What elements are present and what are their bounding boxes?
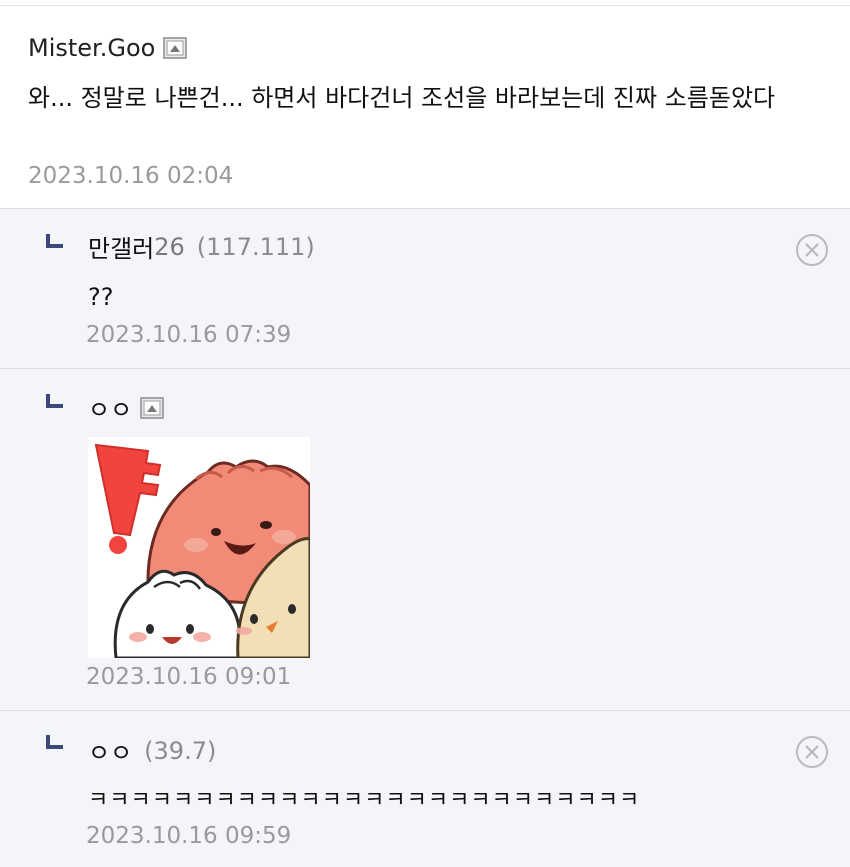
comment-author[interactable]: Mister.Goo [28, 34, 188, 62]
comment-date: 2023.10.16 02:04 [28, 163, 234, 189]
reply-author[interactable]: ㅇㅇ [88, 390, 164, 425]
comment-text: 와... 정말로 나쁜건... 하면서 바다건너 조선을 바라보는데 진짜 소름… [28, 84, 776, 112]
reply-arrow-icon [46, 234, 63, 248]
author-name[interactable]: Mister.Goo [28, 34, 155, 62]
reply-text: ㅋㅋㅋㅋㅋㅋㅋㅋㅋㅋㅋㅋㅋㅋㅋㅋㅋㅋㅋㅋㅋㅋㅋㅋㅋㅋ [88, 788, 641, 813]
reply-text: ?? [88, 283, 114, 311]
reply-date: 2023.10.16 09:59 [86, 823, 292, 849]
fixed-nick-icon [140, 396, 164, 419]
reply-author[interactable]: ㅇㅇ (39.7) [88, 733, 216, 768]
reply-author-number: 26 [154, 232, 185, 261]
reply-author-ip: (39.7) [144, 736, 217, 765]
reply-author-ip: (117.111) [196, 232, 315, 261]
reply-date: 2023.10.16 07:39 [86, 322, 292, 348]
delete-circle-x-icon[interactable] [795, 233, 829, 267]
reply-date: 2023.10.16 09:01 [86, 664, 292, 690]
reply-author[interactable]: 만갤러 26 (117.111) [88, 229, 315, 264]
delete-circle-x-icon[interactable] [795, 735, 829, 769]
reply-author-name[interactable]: ㅇㅇ [88, 390, 132, 425]
fixed-nick-icon [163, 37, 188, 59]
dumpling-sticker-image[interactable] [88, 437, 310, 658]
reply-author-name[interactable]: ㅇㅇ [88, 733, 132, 768]
reply-arrow-icon [46, 735, 63, 749]
reply-author-name[interactable]: 만갤러 [88, 229, 154, 264]
main-comment: Mister.Goo 와... 정말로 나쁜건... 하면서 바다건너 조선을 … [0, 6, 850, 209]
reply-arrow-icon [46, 394, 63, 408]
